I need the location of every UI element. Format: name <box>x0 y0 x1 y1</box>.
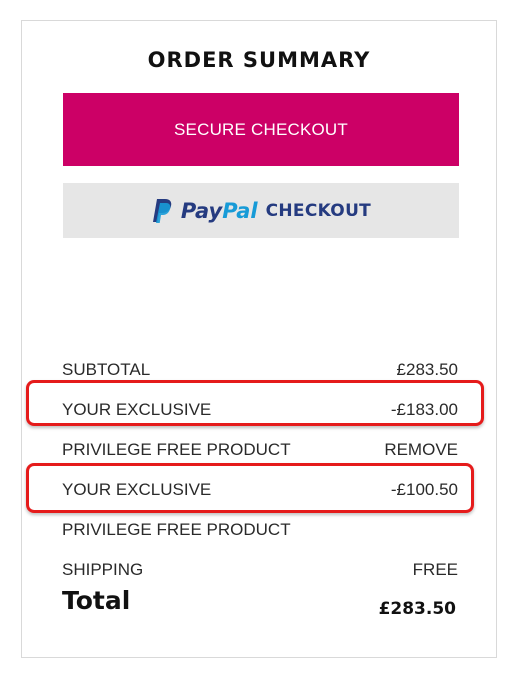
paypal-wordmark: PayPal <box>181 199 258 223</box>
highlight-box-exclusive-1 <box>26 380 484 426</box>
secure-checkout-button[interactable]: SECURE CHECKOUT <box>63 93 459 166</box>
privilege-row-2: PRIVILEGE FREE PRODUCT <box>62 518 458 542</box>
privilege-label-2: PRIVILEGE FREE PRODUCT <box>62 520 291 539</box>
paypal-logo-icon <box>152 198 172 223</box>
privilege-row-1: PRIVILEGE FREE PRODUCT REMOVE <box>62 438 458 462</box>
shipping-row: SHIPPING FREE <box>62 558 458 582</box>
subtotal-label: SUBTOTAL <box>62 360 151 379</box>
paypal-checkout-button[interactable]: PayPal CHECKOUT <box>63 183 459 238</box>
privilege-label-1: PRIVILEGE FREE PRODUCT <box>62 440 291 459</box>
subtotal-value: £283.50 <box>396 360 458 379</box>
total-label: Total <box>62 586 131 615</box>
order-summary-panel: ORDER SUMMARY SECURE CHECKOUT PayPal CHE… <box>21 20 497 658</box>
shipping-label: SHIPPING <box>62 560 144 579</box>
remove-link[interactable]: REMOVE <box>384 440 458 460</box>
paypal-word-pal: Pal <box>222 198 258 223</box>
paypal-checkout-label: CHECKOUT <box>265 200 372 221</box>
highlight-box-exclusive-2 <box>26 463 474 513</box>
subtotal-row: SUBTOTAL £283.50 <box>62 358 458 382</box>
total-value: £283.50 <box>378 599 456 619</box>
paypal-word-pay: Pay <box>180 198 223 223</box>
shipping-value: FREE <box>412 560 458 579</box>
order-summary-title: ORDER SUMMARY <box>147 48 371 72</box>
